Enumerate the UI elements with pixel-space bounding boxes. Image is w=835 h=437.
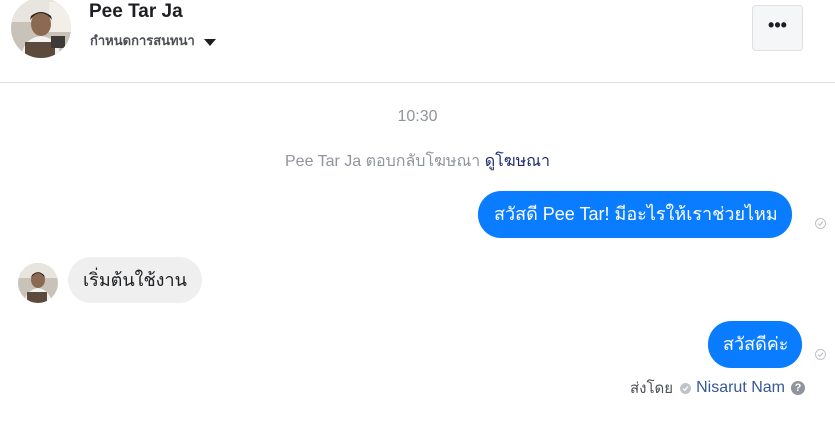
sent-by-label: ส่งโดย [630, 379, 674, 397]
verified-icon [680, 382, 692, 394]
conversation-settings-label: กำหนดการสนทนา [90, 34, 195, 49]
seen-check-icon [815, 218, 826, 229]
more-options-icon: ••• [768, 15, 787, 35]
incoming-message-bubble[interactable]: เริ่มต้นใช้งาน [68, 257, 202, 303]
outgoing-message-bubble[interactable]: สวัสดีค่ะ [708, 321, 803, 368]
avatar[interactable] [18, 263, 58, 303]
outgoing-message-bubble[interactable]: สวัสดี Pee Tar! มีอะไรให้เราช่วยไหม [478, 191, 792, 238]
conversation-header: Pee Tar Ja กำหนดการสนทนา ••• [0, 0, 835, 83]
help-icon[interactable]: ? [791, 381, 805, 395]
conversation-settings-dropdown[interactable]: กำหนดการสนทนา [90, 30, 216, 51]
more-options-button[interactable]: ••• [752, 5, 803, 51]
view-ad-link[interactable]: ดูโฆษณา [485, 153, 550, 170]
chevron-down-icon [203, 38, 216, 46]
contact-name: Pee Tar Ja [89, 1, 183, 22]
sent-by-attribution: ส่งโดย Nisarut Nam ? [630, 376, 805, 400]
contact-avatar[interactable] [11, 0, 71, 58]
ad-reply-text: Pee Tar Ja ตอบกลับโฆษณา [285, 153, 481, 170]
message-timestamp: 10:30 [397, 108, 438, 125]
seen-check-icon [815, 349, 826, 360]
ad-reply-notice: Pee Tar Ja ตอบกลับโฆษณา ดูโฆษณา [0, 149, 835, 174]
sender-name-link[interactable]: Nisarut Nam [696, 379, 785, 397]
messenger-conversation: Pee Tar Ja กำหนดการสนทนา ••• 10:30 Pee T… [0, 0, 835, 437]
